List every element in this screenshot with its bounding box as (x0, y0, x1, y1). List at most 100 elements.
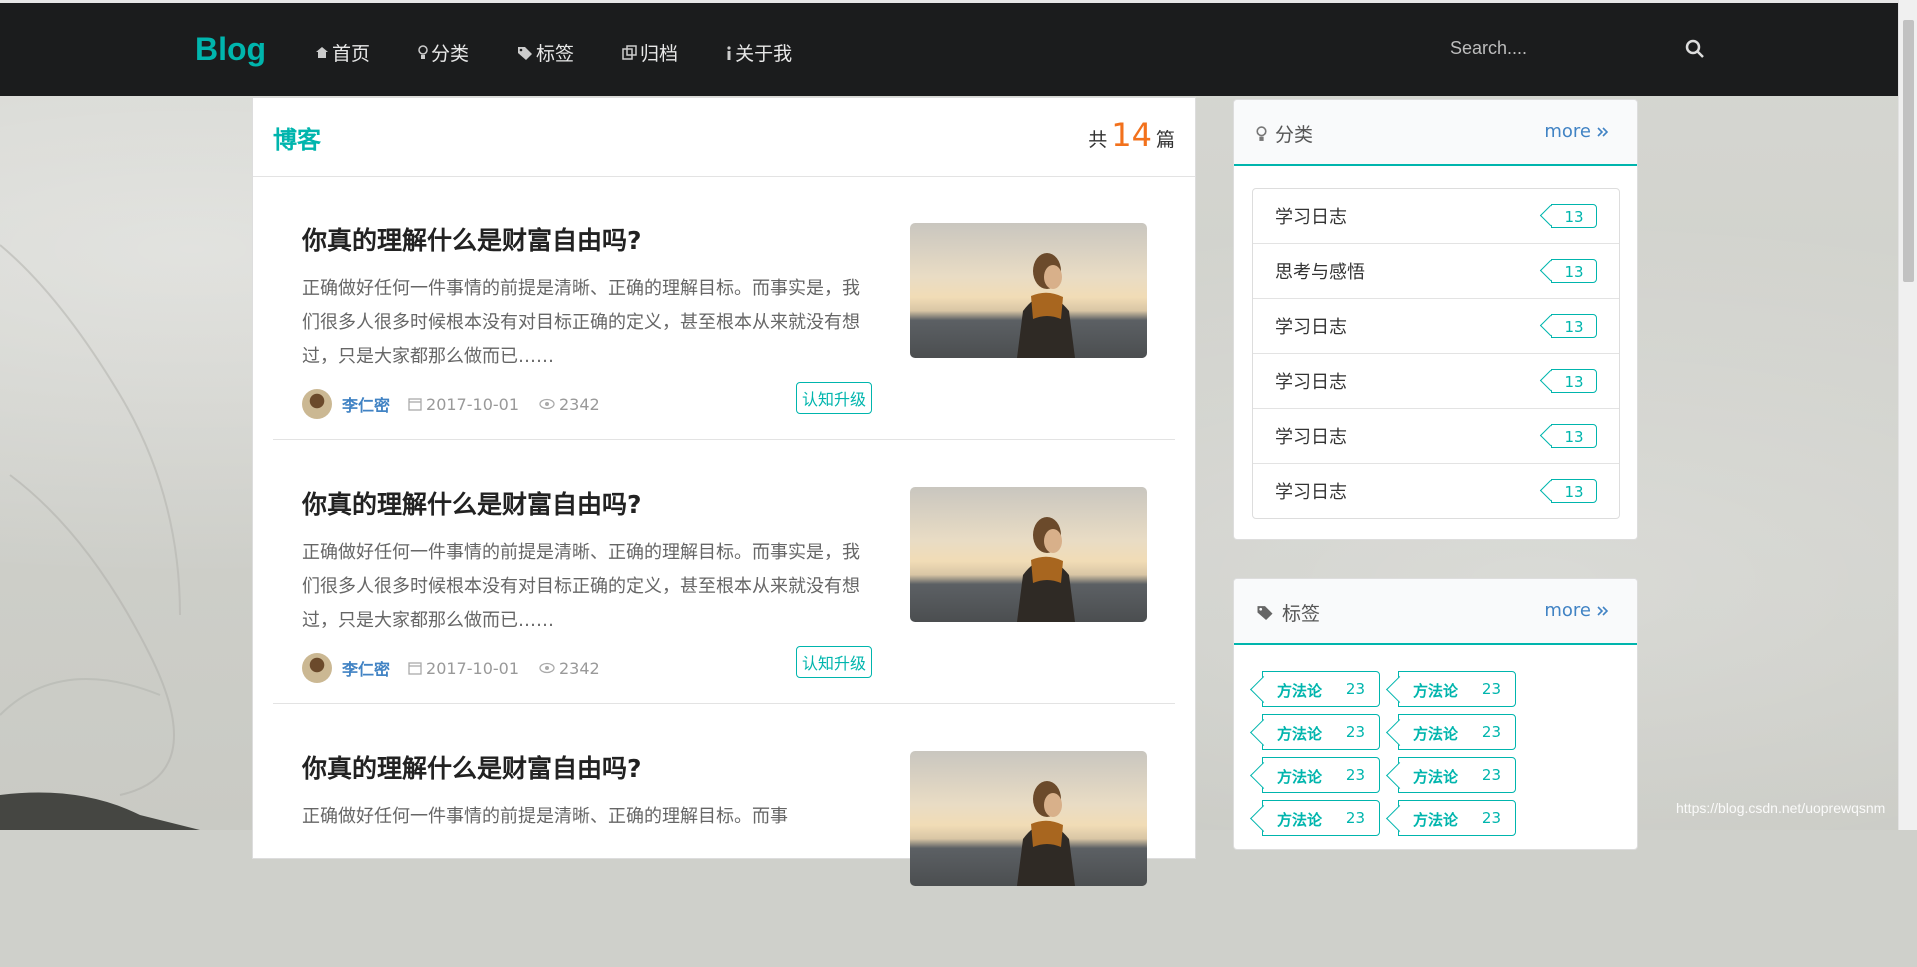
tag-more-link[interactable]: more (1544, 600, 1609, 621)
search-box (1448, 37, 1704, 67)
eye-icon (539, 662, 555, 674)
nav-category[interactable]: 分类 (418, 39, 469, 66)
tag-chip[interactable]: 方法论 23 (1262, 757, 1380, 793)
category-panel-title: 分类 (1256, 120, 1313, 147)
double-chevron-right-icon (1597, 605, 1609, 616)
watermark-text: https://blog.csdn.net/uoprewqsnm (1676, 800, 1886, 816)
tag-count: 23 (1345, 809, 1365, 827)
post-views: 2342 (539, 659, 600, 678)
tag-chip[interactable]: 方法论 23 (1262, 800, 1380, 836)
post-meta: 李仁密 2017-10-01 2342 认知升级 (302, 382, 872, 419)
category-item[interactable]: 学习日志 13 (1253, 299, 1619, 354)
post-thumbnail[interactable] (910, 751, 1147, 886)
post-thumbnail[interactable] (910, 223, 1147, 358)
tag-chip[interactable]: 方法论 23 (1262, 671, 1380, 707)
post-item: 你真的理解什么是财富自由吗? 正确做好任何一件事情的前提是清晰、正确的理解目标。… (273, 441, 1175, 704)
post-title[interactable]: 你真的理解什么是财富自由吗? (302, 221, 642, 257)
search-icon[interactable] (1685, 39, 1705, 59)
blog-list-panel: 博客 共 14 篇 你真的理解什么是财富自由吗? 正确做好任何一件事情的前提是清晰、… (252, 97, 1196, 886)
date-text: 2017-10-01 (426, 394, 519, 414)
category-item[interactable]: 学习日志 13 (1253, 189, 1619, 244)
author-name[interactable]: 李仁密 (342, 656, 390, 680)
post-date: 2017-10-01 (408, 659, 519, 678)
post-tag-label[interactable]: 认知升级 (795, 382, 872, 414)
post-description: 正确做好任何一件事情的前提是清晰、正确的理解目标。而事实是，我们很多人很多时候根… (302, 542, 860, 631)
post-description: 正确做好任何一件事情的前提是清晰、正确的理解目标。而事 (302, 806, 788, 827)
post-tag-label[interactable]: 认知升级 (795, 646, 872, 678)
tag-name: 方法论 (1413, 725, 1459, 743)
views-text: 2342 (559, 658, 600, 678)
count-prefix: 共 (1088, 129, 1108, 151)
avatar[interactable] (302, 389, 332, 419)
category-name: 思考与感悟 (1275, 262, 1365, 283)
tag-panel-header: 标签 more (1234, 579, 1637, 645)
count-suffix: 篇 (1155, 129, 1175, 151)
double-chevron-right-icon (1597, 126, 1609, 137)
category-more-link[interactable]: more (1544, 121, 1609, 142)
post-thumbnail[interactable] (910, 487, 1147, 622)
clone-icon (622, 45, 637, 60)
tag-count: 23 (1481, 680, 1501, 698)
logo[interactable]: Blog (195, 31, 266, 68)
person-photo (1017, 253, 1075, 358)
tag-chip[interactable]: 方法论 23 (1398, 757, 1516, 793)
tag-count: 23 (1345, 680, 1365, 698)
tag-name: 方法论 (1413, 811, 1459, 829)
scrollbar-thumb[interactable] (1903, 20, 1914, 282)
category-panel: 分类 more 学习日志 13 思考与感悟 13 学习日志 13 学习日志 13 学习日… (1233, 99, 1638, 540)
search-input[interactable] (1448, 37, 1652, 60)
nav-about-label: 关于我 (735, 43, 793, 65)
nav-tags-label: 标签 (536, 43, 575, 65)
nav-home[interactable]: 首页 (315, 39, 370, 66)
avatar[interactable] (302, 653, 332, 683)
post-description: 正确做好任何一件事情的前提是清晰、正确的理解目标。而事实是，我们很多人很多时候根… (302, 278, 860, 367)
post-item: 你真的理解什么是财富自由吗? 正确做好任何一件事情的前提是清晰、正确的理解目标。… (273, 705, 1175, 967)
category-item[interactable]: 学习日志 13 (1253, 409, 1619, 464)
tag-name: 方法论 (1277, 811, 1323, 829)
calendar-icon (408, 398, 422, 411)
tag-name: 方法论 (1277, 725, 1323, 743)
post-date: 2017-10-01 (408, 395, 519, 414)
tag-panel: 标签 more 方法论 23 方法论 23 方法论 23 方法论 23 方法论 23 方法… (1233, 578, 1638, 850)
main-nav: 首页 分类 标签 归档 关于我 (315, 39, 840, 66)
tag-name: 方法论 (1277, 682, 1323, 700)
page-scrollbar[interactable] (1898, 0, 1917, 830)
category-item[interactable]: 学习日志 13 (1253, 354, 1619, 409)
author-name[interactable]: 李仁密 (342, 392, 390, 416)
tag-chip[interactable]: 方法论 23 (1262, 714, 1380, 750)
tag-chip[interactable]: 方法论 23 (1398, 800, 1516, 836)
lightbulb-icon (418, 45, 428, 59)
category-panel-header: 分类 more (1234, 100, 1637, 166)
tag-count: 23 (1481, 809, 1501, 827)
category-count-badge: 13 (1551, 314, 1597, 338)
nav-tags[interactable]: 标签 (517, 39, 574, 66)
tag-panel-title: 标签 (1256, 599, 1320, 626)
category-count-badge: 13 (1551, 424, 1597, 448)
category-title-text: 分类 (1275, 124, 1314, 146)
tag-chip[interactable]: 方法论 23 (1398, 671, 1516, 707)
person-photo (1017, 781, 1075, 886)
category-name: 学习日志 (1275, 482, 1347, 503)
post-title[interactable]: 你真的理解什么是财富自由吗? (302, 749, 642, 785)
tag-title-text: 标签 (1282, 603, 1321, 625)
more-label: more (1544, 121, 1591, 142)
nav-home-label: 首页 (332, 43, 371, 65)
category-count-badge: 13 (1551, 259, 1597, 283)
post-meta: 李仁密 2017-10-01 2342 认知升级 (302, 646, 872, 683)
views-text: 2342 (559, 394, 600, 414)
more-label: more (1544, 600, 1591, 621)
nav-about[interactable]: 关于我 (726, 39, 792, 66)
post-item: 你真的理解什么是财富自由吗? 正确做好任何一件事情的前提是清晰、正确的理解目标。… (273, 177, 1175, 440)
post-title[interactable]: 你真的理解什么是财富自由吗? (302, 485, 642, 521)
tags-icon (1257, 606, 1273, 620)
tag-chip[interactable]: 方法论 23 (1398, 714, 1516, 750)
post-views: 2342 (539, 395, 600, 414)
category-name: 学习日志 (1275, 372, 1347, 393)
blog-list-header: 博客 共 14 篇 (253, 98, 1195, 177)
nav-archive[interactable]: 归档 (622, 39, 678, 66)
category-name: 学习日志 (1275, 427, 1347, 448)
category-item[interactable]: 思考与感悟 13 (1253, 244, 1619, 299)
category-name: 学习日志 (1275, 207, 1347, 228)
category-item[interactable]: 学习日志 13 (1253, 464, 1619, 518)
post-count: 共 14 篇 (1088, 116, 1175, 154)
